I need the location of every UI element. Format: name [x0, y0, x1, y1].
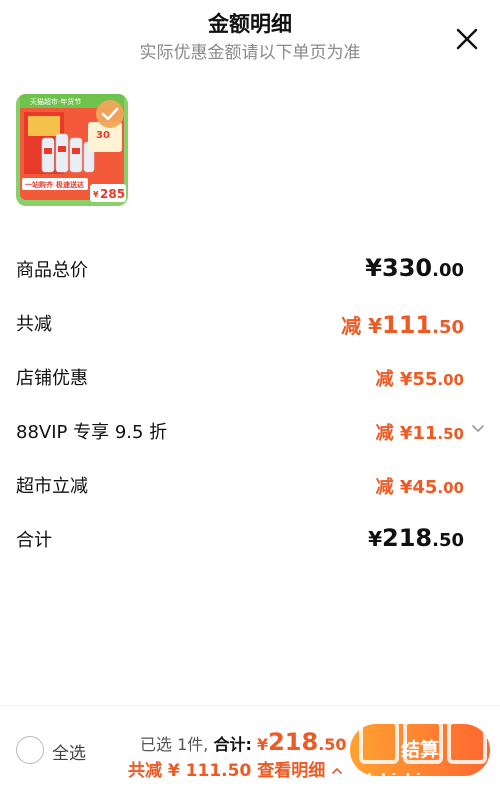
checkout-bar: 全选 已选 1件, 合计: ¥218.50 共减 ¥ 111.50 查看明细 结…	[0, 705, 500, 791]
row-label: 共减	[16, 314, 52, 335]
view-detail-toggle[interactable]: 共减 ¥ 111.50 查看明细	[128, 756, 343, 781]
product-thumbnail[interactable]: 天猫超市·年货节 30 一站购齐 极速送达 ¥ 285	[16, 94, 128, 206]
select-all-label[interactable]: 全选	[52, 739, 86, 764]
selected-check-icon	[96, 100, 124, 128]
row-label: 合计	[16, 530, 52, 551]
row-label: 88VIP 专享 9.5 折	[16, 422, 168, 443]
row-value: 减 ¥55.00	[375, 369, 464, 390]
row-total-discount: 共减 减 ¥111.50	[0, 308, 500, 348]
page-title: 金额明细	[208, 12, 292, 36]
checkout-button[interactable]: 结算	[350, 724, 490, 776]
select-all-checkbox[interactable]	[16, 736, 44, 764]
header: 金额明细 实际优惠金额请以下单页为准	[0, 0, 500, 80]
chevron-up-icon	[332, 767, 342, 774]
row-88vip-discount[interactable]: 88VIP 专享 9.5 折 减 ¥11.50	[0, 416, 500, 456]
row-value: 减 ¥111.50	[341, 311, 464, 339]
product-price-symbol: ¥	[93, 190, 99, 199]
row-value: ¥330.00	[365, 254, 464, 282]
product-promo-30: 30	[96, 130, 110, 141]
row-value: ¥218.50	[368, 524, 464, 552]
product-badge-text: 天猫超市·年货节	[30, 97, 81, 106]
selected-summary: 已选 1件, 合计: ¥218.50	[140, 728, 347, 756]
product-slogan-2: 极速送达	[56, 180, 84, 189]
row-value: 减 ¥11.50	[375, 423, 464, 444]
row-value: 减 ¥45.00	[375, 477, 464, 498]
close-icon[interactable]	[452, 24, 482, 54]
page-subtitle: 实际优惠金额请以下单页为准	[139, 43, 361, 63]
product-slogan-1: 一站购齐	[25, 180, 54, 189]
row-grand-total: 合计 ¥218.50	[0, 524, 500, 564]
row-total-price: 商品总价 ¥330.00	[0, 254, 500, 294]
row-shop-discount: 店铺优惠 减 ¥55.00	[0, 362, 500, 402]
chevron-down-icon[interactable]	[470, 420, 486, 436]
row-label: 店铺优惠	[16, 368, 88, 389]
row-label: 商品总价	[16, 260, 88, 281]
row-label: 超市立减	[16, 476, 88, 497]
watermark-text: zhizhizhi.com	[348, 772, 462, 788]
product-price: 285	[100, 187, 125, 201]
row-supermarket-discount: 超市立减 减 ¥45.00	[0, 470, 500, 510]
